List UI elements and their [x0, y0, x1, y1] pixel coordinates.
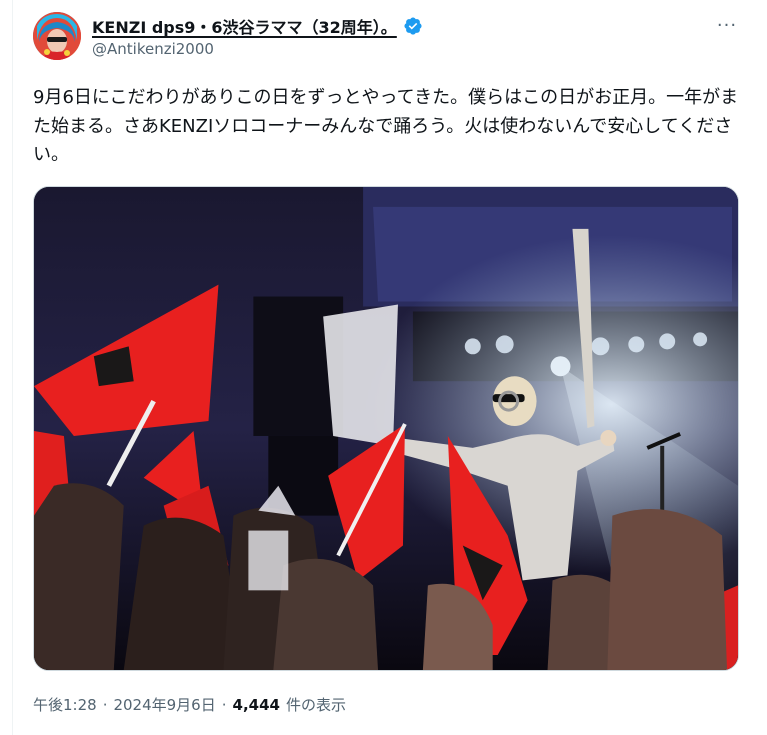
tweet-card: KENZI dps9・6渋谷ラママ（32周年）。 @Antikenzi2000 …	[0, 0, 767, 735]
tweet-photo[interactable]	[33, 186, 739, 671]
meta-separator-2: ·	[221, 695, 227, 714]
tweet-time[interactable]: 午後1:28	[33, 694, 97, 715]
views-label[interactable]: 件の表示	[286, 694, 346, 715]
tweet-date[interactable]: 2024年9月6日	[113, 694, 215, 715]
tweet-text: 9月6日にこだわりがありこの日をずっとやってきた。僕らはこの日がお正月。一年がま…	[33, 87, 739, 165]
avatar[interactable]	[33, 12, 81, 60]
author-handle[interactable]: @Antikenzi2000	[92, 40, 214, 58]
left-border	[12, 0, 13, 735]
author-display-name[interactable]: KENZI dps9・6渋谷ラママ（32周年）。	[92, 14, 397, 38]
tweet-meta: 午後1:28 · 2024年9月6日 · 4,444 件の表示	[33, 694, 346, 715]
more-horizontal-icon[interactable]: ···	[716, 14, 738, 36]
verified-badge-icon[interactable]	[403, 16, 423, 36]
meta-separator: ·	[102, 695, 108, 714]
author-name-row: KENZI dps9・6渋谷ラママ（32周年）。	[92, 14, 423, 38]
concert-photo	[34, 187, 738, 670]
avatar-image	[33, 12, 81, 60]
views-count[interactable]: 4,444	[233, 696, 280, 714]
